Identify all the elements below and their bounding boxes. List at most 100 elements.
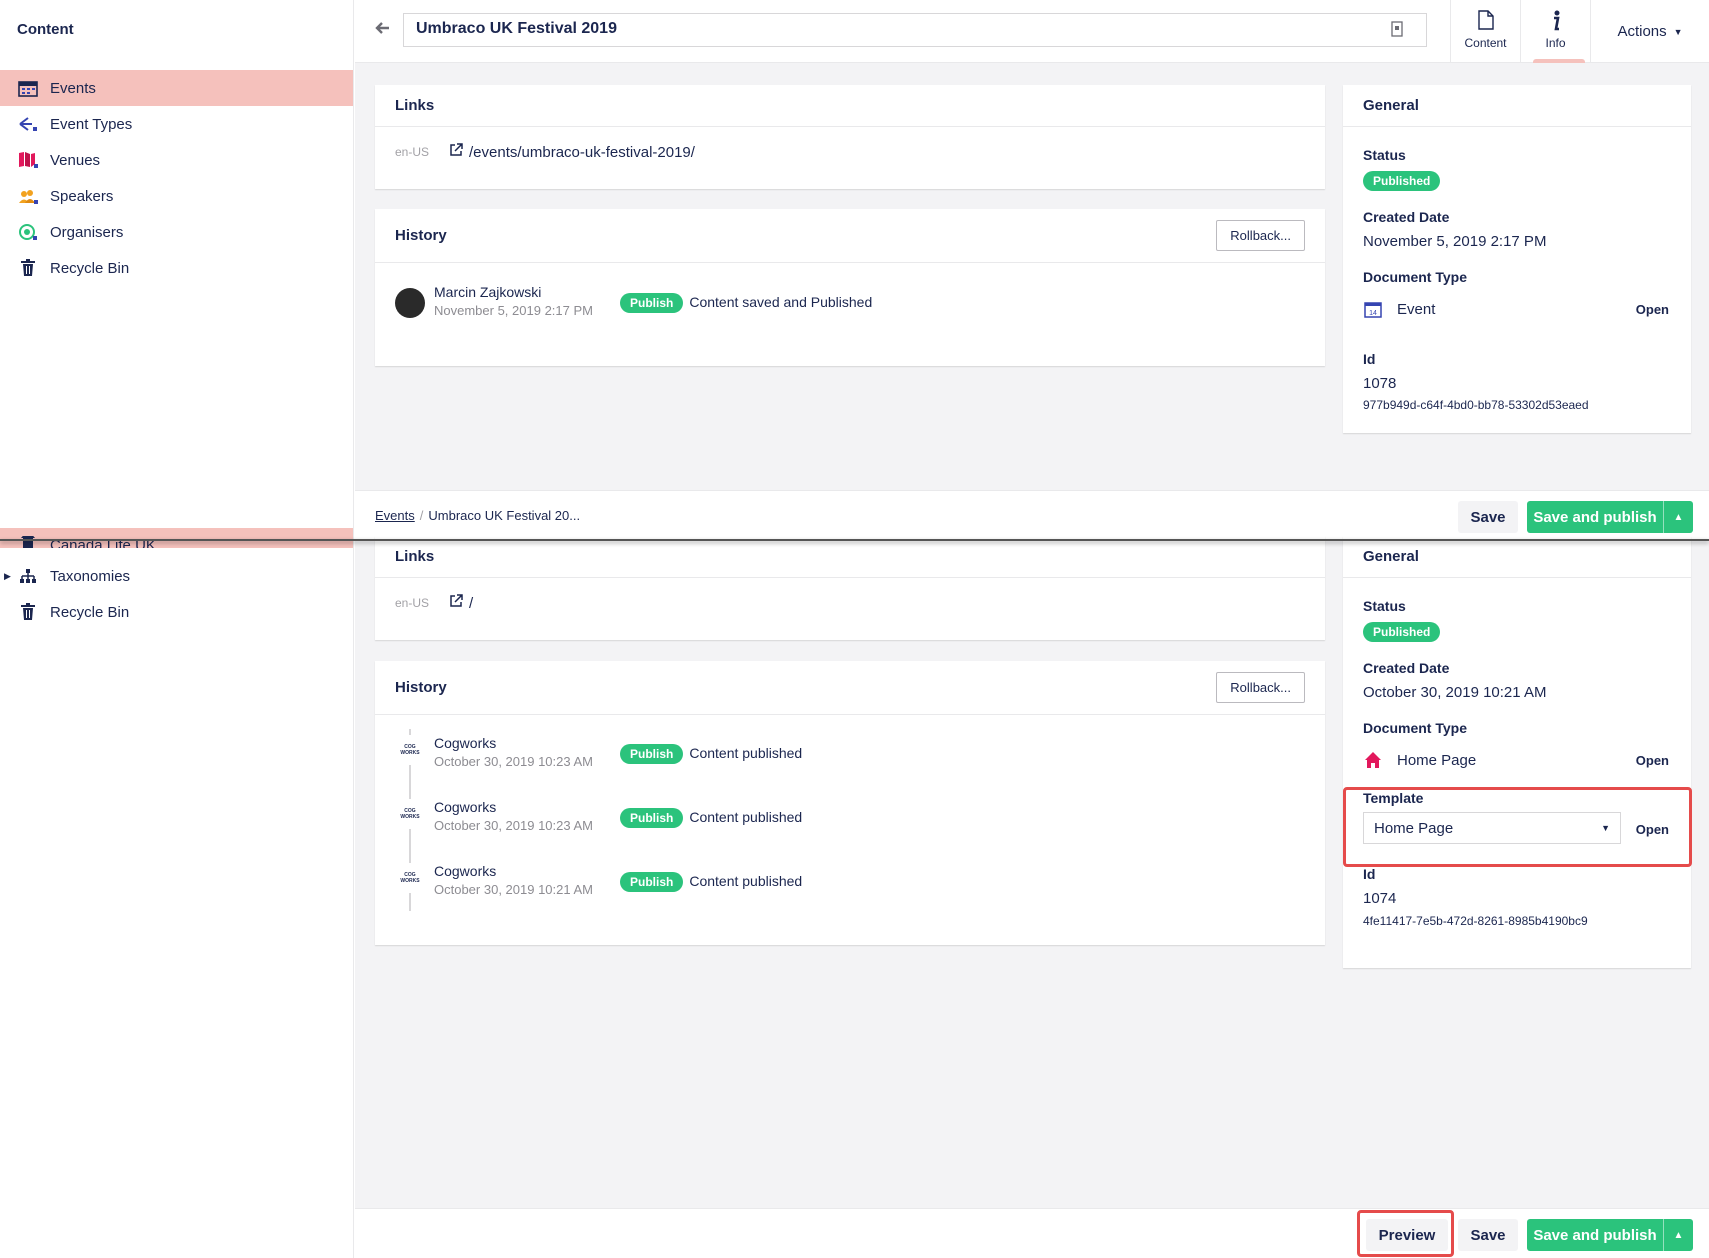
tree-item-organisers[interactable]: Organisers (0, 214, 353, 250)
external-link-icon (449, 143, 463, 161)
tree-item-speakers[interactable]: Speakers (0, 178, 353, 214)
history-entry: Marcin Zajkowski November 5, 2019 2:17 P… (395, 284, 872, 318)
tree-item-taxonomies[interactable]: ▶ Taxonomies (0, 558, 353, 594)
status-badge: Published (1363, 622, 1441, 642)
document-icon (1451, 10, 1520, 32)
actions-label: Actions (1617, 23, 1667, 40)
history-title: History (395, 679, 447, 696)
sidebar-title: Content (17, 21, 74, 38)
editor-footer: Events / Umbraco UK Festival 20... Save Sa… (355, 490, 1709, 540)
calendar-icon (18, 78, 38, 98)
actions-button[interactable]: Actions ▼ (1590, 0, 1709, 63)
tree-item-label: Recycle Bin (50, 259, 130, 277)
id-label: Id (1363, 866, 1376, 882)
sidebar-top: Content Events Event Types Venues Speake… (0, 0, 354, 540)
trash-icon (18, 602, 38, 622)
tab-info-label: Info (1545, 36, 1566, 50)
history-message: Content published (689, 809, 803, 825)
template-highlight-box (1343, 787, 1692, 867)
lock-icon[interactable] (1391, 21, 1405, 39)
created-date-value: October 30, 2019 10:21 AM (1363, 684, 1547, 701)
tree-item-venues[interactable]: Venues (0, 142, 353, 178)
history-date: October 30, 2019 10:21 AM (434, 882, 593, 897)
tree-item-event-types[interactable]: Event Types (0, 106, 353, 142)
caret-up-icon[interactable]: ▲ (1663, 1219, 1693, 1251)
tree-item-label: Event Types (50, 115, 133, 133)
home-icon (18, 536, 38, 548)
tab-content[interactable]: Content (1450, 0, 1520, 63)
history-entry: COG WORKS Cogworks October 30, 2019 10:2… (395, 799, 802, 833)
rollback-button[interactable]: Rollback... (1216, 672, 1305, 703)
history-message: Content published (689, 873, 803, 889)
tree-item-label: Events (50, 79, 96, 97)
history-title: History (395, 227, 447, 244)
guid-value: 977b949d-c64f-4bd0-bb78-53302d53eaed (1363, 398, 1589, 412)
history-card: History Rollback... Marcin Zajkowski Nov… (375, 209, 1325, 366)
save-button[interactable]: Save (1458, 1219, 1518, 1251)
editor-top: Umbraco UK Festival 2019 Content Info Ac… (355, 0, 1709, 540)
back-arrow-icon[interactable] (373, 18, 393, 38)
tab-info[interactable]: Info (1520, 0, 1590, 63)
tree-item-recycle-bin[interactable]: Recycle Bin (0, 594, 353, 630)
history-user: Marcin Zajkowski (434, 284, 542, 300)
cogworks-logo: COG WORKS (395, 735, 425, 765)
status-badge: Published (1363, 171, 1441, 191)
history-date: November 5, 2019 2:17 PM (434, 303, 593, 318)
document-type-value: Event (1397, 300, 1436, 318)
save-and-publish-button[interactable]: Save and publish ▲ (1527, 501, 1693, 533)
created-date-label: Created Date (1363, 660, 1450, 676)
node-url-link[interactable]: /events/umbraco-uk-festival-2019/ (469, 144, 695, 161)
node-url-link[interactable]: / (469, 595, 473, 612)
links-title: Links (395, 97, 435, 114)
svg-text:14: 14 (1369, 310, 1377, 317)
document-type-label: Document Type (1363, 720, 1467, 736)
tree-item-label: Recycle Bin (50, 603, 130, 621)
info-icon (1521, 10, 1590, 32)
document-type-value: Home Page (1397, 751, 1477, 769)
general-card: General Status Published Created Date No… (1343, 85, 1691, 433)
screenshot-divider (0, 539, 1709, 541)
caret-up-icon[interactable]: ▲ (1663, 501, 1693, 533)
created-date-value: November 5, 2019 2:17 PM (1363, 233, 1547, 250)
rollback-button[interactable]: Rollback... (1216, 220, 1305, 251)
caret-down-icon: ▼ (1673, 26, 1683, 37)
general-card: General Status Published Created Date Oc… (1343, 536, 1691, 968)
history-date: October 30, 2019 10:23 AM (434, 754, 593, 769)
hierarchy-icon (18, 566, 38, 586)
breadcrumb: Events / Umbraco UK Festival 20... (375, 508, 581, 523)
node-name-input[interactable]: Umbraco UK Festival 2019 (403, 13, 1427, 47)
breadcrumb-current: Umbraco UK Festival 20... (428, 508, 581, 523)
tree-item-partial[interactable]: Canada Life UK (0, 528, 353, 548)
open-document-type-link[interactable]: Open (1636, 753, 1669, 768)
guid-value: 4fe11417-7e5b-472d-8261-8985b4190bc9 (1363, 914, 1588, 928)
culture-label: en-US (395, 596, 430, 610)
links-title: Links (395, 548, 435, 565)
tab-content-label: Content (1464, 36, 1507, 50)
external-link-icon (449, 594, 463, 612)
save-button[interactable]: Save (1458, 501, 1518, 533)
save-and-publish-button[interactable]: Save and publish ▲ (1527, 1219, 1693, 1251)
tree-item-label: Taxonomies (50, 567, 131, 585)
breadcrumb-parent-link[interactable]: Events (375, 508, 415, 523)
tree-item-events[interactable]: Events (0, 70, 353, 106)
id-value: 1074 (1363, 890, 1397, 907)
publish-badge: Publish (620, 872, 684, 892)
tree-item-label: Organisers (50, 223, 124, 241)
publish-badge: Publish (620, 808, 684, 828)
avatar (395, 288, 425, 318)
tree-item-recycle-bin[interactable]: Recycle Bin (0, 250, 353, 286)
publish-badge: Publish (620, 293, 684, 313)
sidebar-bottom: Canada Life UK ▶ Taxonomies Recycle Bin (0, 528, 354, 1258)
editor-bottom: Links en-US / History Rollback... COG WO… (355, 536, 1709, 1258)
open-document-type-link[interactable]: Open (1636, 302, 1669, 317)
caret-right-icon[interactable]: ▶ (4, 571, 11, 582)
publish-badge: Publish (620, 744, 684, 764)
history-message: Content published (689, 745, 803, 761)
document-type-label: Document Type (1363, 269, 1467, 285)
links-card: Links en-US / (375, 536, 1325, 640)
id-label: Id (1363, 351, 1376, 367)
history-card: History Rollback... COG WORKS Cogworks O… (375, 661, 1325, 945)
editor-header: Umbraco UK Festival 2019 Content Info Ac… (355, 0, 1709, 63)
history-date: October 30, 2019 10:23 AM (434, 818, 593, 833)
history-entry: COG WORKS Cogworks October 30, 2019 10:2… (395, 863, 802, 897)
